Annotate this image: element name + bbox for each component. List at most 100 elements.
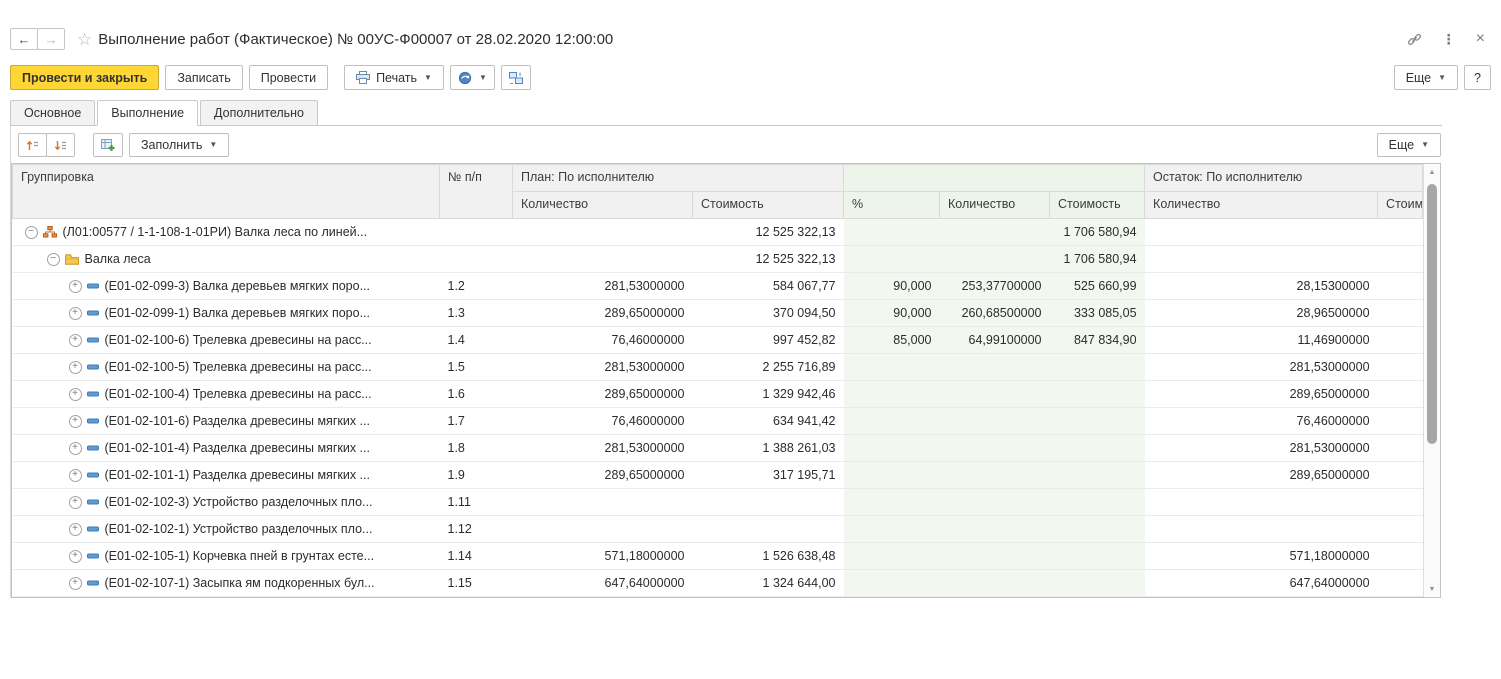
cell-plan-quantity[interactable]: 76,46000000 bbox=[513, 408, 693, 435]
col-group-fact[interactable] bbox=[844, 165, 1145, 192]
cell-plan-quantity[interactable]: 571,18000000 bbox=[513, 543, 693, 570]
scrollbar-thumb[interactable] bbox=[1427, 184, 1437, 444]
cell-remainder-cost[interactable] bbox=[1378, 435, 1423, 462]
col-group-plan[interactable]: План: По исполнителю bbox=[513, 165, 844, 192]
cell-line-no[interactable] bbox=[440, 219, 513, 246]
cell-line-no[interactable]: 1.2 bbox=[440, 273, 513, 300]
post-and-close-button[interactable]: Провести и закрыть bbox=[10, 65, 159, 90]
write-button[interactable]: Записать bbox=[165, 65, 242, 90]
cell-percent[interactable] bbox=[844, 246, 940, 273]
cell-remainder-quantity[interactable]: 647,64000000 bbox=[1145, 570, 1378, 597]
cell-grouping[interactable]: +(Е01-02-101-1) Разделка древесины мягки… bbox=[13, 462, 440, 489]
cell-remainder-cost[interactable] bbox=[1378, 300, 1423, 327]
more-menu-icon[interactable]: ⋮ bbox=[1442, 31, 1456, 48]
cell-fact-quantity[interactable] bbox=[940, 381, 1050, 408]
cell-line-no[interactable]: 1.14 bbox=[440, 543, 513, 570]
cell-fact-cost[interactable]: 525 660,99 bbox=[1050, 273, 1145, 300]
cell-remainder-quantity[interactable]: 76,46000000 bbox=[1145, 408, 1378, 435]
expand-toggle-icon[interactable]: + bbox=[69, 415, 82, 428]
post-button[interactable]: Провести bbox=[249, 65, 328, 90]
cell-line-no[interactable]: 1.11 bbox=[440, 489, 513, 516]
cell-remainder-quantity[interactable]: 281,53000000 bbox=[1145, 435, 1378, 462]
close-icon[interactable]: × bbox=[1476, 30, 1485, 48]
cell-plan-quantity[interactable]: 281,53000000 bbox=[513, 273, 693, 300]
cell-fact-cost[interactable]: 333 085,05 bbox=[1050, 300, 1145, 327]
cell-fact-cost[interactable]: 847 834,90 bbox=[1050, 327, 1145, 354]
cell-fact-quantity[interactable] bbox=[940, 408, 1050, 435]
cell-grouping[interactable]: −(Л01:00577 / 1-1-108-1-01РИ) Валка леса… bbox=[13, 219, 440, 246]
cell-line-no[interactable] bbox=[440, 246, 513, 273]
cell-percent[interactable] bbox=[844, 219, 940, 246]
cell-remainder-quantity[interactable] bbox=[1145, 246, 1378, 273]
cell-remainder-quantity[interactable]: 281,53000000 bbox=[1145, 354, 1378, 381]
favorite-star-icon[interactable]: ☆ bbox=[77, 31, 92, 48]
tab-main[interactable]: Основное bbox=[10, 100, 95, 126]
cell-plan-quantity[interactable] bbox=[513, 489, 693, 516]
cell-fact-quantity[interactable] bbox=[940, 570, 1050, 597]
col-header-remainder-cost[interactable]: Стоимость bbox=[1378, 192, 1423, 219]
col-header-grouping[interactable]: Группировка bbox=[13, 165, 440, 219]
cell-percent[interactable] bbox=[844, 354, 940, 381]
cell-fact-quantity[interactable] bbox=[940, 489, 1050, 516]
cell-remainder-cost[interactable] bbox=[1378, 543, 1423, 570]
cell-fact-cost[interactable] bbox=[1050, 489, 1145, 516]
cell-remainder-cost[interactable] bbox=[1378, 516, 1423, 543]
cell-fact-quantity[interactable] bbox=[940, 516, 1050, 543]
cell-fact-cost[interactable] bbox=[1050, 462, 1145, 489]
cell-plan-cost[interactable]: 1 329 942,46 bbox=[693, 381, 844, 408]
cell-plan-cost[interactable]: 1 388 261,03 bbox=[693, 435, 844, 462]
expand-toggle-icon[interactable]: + bbox=[69, 496, 82, 509]
help-button[interactable]: ? bbox=[1464, 65, 1491, 90]
cell-line-no[interactable]: 1.9 bbox=[440, 462, 513, 489]
cell-percent[interactable] bbox=[844, 516, 940, 543]
cell-plan-quantity[interactable]: 289,65000000 bbox=[513, 300, 693, 327]
cell-plan-quantity[interactable]: 289,65000000 bbox=[513, 462, 693, 489]
cell-line-no[interactable]: 1.12 bbox=[440, 516, 513, 543]
cell-percent[interactable] bbox=[844, 435, 940, 462]
cell-remainder-cost[interactable] bbox=[1378, 381, 1423, 408]
cell-percent[interactable] bbox=[844, 570, 940, 597]
cell-plan-cost[interactable]: 317 195,71 bbox=[693, 462, 844, 489]
cell-grouping[interactable]: +(Е01-02-101-6) Разделка древесины мягки… bbox=[13, 408, 440, 435]
vertical-scrollbar[interactable]: ▲ ▼ bbox=[1423, 164, 1440, 597]
cell-plan-quantity[interactable]: 281,53000000 bbox=[513, 354, 693, 381]
cell-plan-quantity[interactable] bbox=[513, 516, 693, 543]
cell-line-no[interactable]: 1.8 bbox=[440, 435, 513, 462]
cell-remainder-quantity[interactable]: 289,65000000 bbox=[1145, 462, 1378, 489]
cell-line-no[interactable]: 1.6 bbox=[440, 381, 513, 408]
cell-grouping[interactable]: +(Е01-02-100-4) Трелевка древесины на ра… bbox=[13, 381, 440, 408]
col-header-percent[interactable]: % bbox=[844, 192, 940, 219]
cell-fact-quantity[interactable] bbox=[940, 219, 1050, 246]
fill-button[interactable]: Заполнить ▼ bbox=[129, 133, 229, 157]
cell-remainder-quantity[interactable] bbox=[1145, 219, 1378, 246]
cell-plan-cost[interactable]: 12 525 322,13 bbox=[693, 246, 844, 273]
cell-remainder-cost[interactable] bbox=[1378, 219, 1423, 246]
cell-plan-cost[interactable]: 370 094,50 bbox=[693, 300, 844, 327]
col-header-line-no[interactable]: № п/п bbox=[440, 165, 513, 219]
related-documents-button[interactable] bbox=[501, 65, 531, 90]
cell-plan-quantity[interactable] bbox=[513, 246, 693, 273]
cell-fact-cost[interactable] bbox=[1050, 570, 1145, 597]
cell-line-no[interactable]: 1.3 bbox=[440, 300, 513, 327]
expand-toggle-icon[interactable]: + bbox=[69, 550, 82, 563]
move-down-button[interactable] bbox=[46, 133, 75, 157]
cell-plan-cost[interactable]: 997 452,82 bbox=[693, 327, 844, 354]
col-header-plan-cost[interactable]: Стоимость bbox=[693, 192, 844, 219]
cell-fact-quantity[interactable] bbox=[940, 246, 1050, 273]
col-header-plan-quantity[interactable]: Количество bbox=[513, 192, 693, 219]
cell-fact-cost[interactable]: 1 706 580,94 bbox=[1050, 246, 1145, 273]
table-more-button[interactable]: Еще ▼ bbox=[1377, 133, 1441, 157]
cell-fact-quantity[interactable] bbox=[940, 435, 1050, 462]
cell-remainder-cost[interactable] bbox=[1378, 462, 1423, 489]
cell-fact-quantity[interactable] bbox=[940, 543, 1050, 570]
cell-percent[interactable] bbox=[844, 381, 940, 408]
expand-toggle-icon[interactable]: + bbox=[69, 523, 82, 536]
tab-additional[interactable]: Дополнительно bbox=[200, 100, 318, 126]
cell-plan-quantity[interactable]: 647,64000000 bbox=[513, 570, 693, 597]
col-group-remainder[interactable]: Остаток: По исполнителю bbox=[1145, 165, 1423, 192]
cell-plan-cost[interactable]: 1 526 638,48 bbox=[693, 543, 844, 570]
cell-fact-quantity[interactable] bbox=[940, 462, 1050, 489]
expand-toggle-icon[interactable]: + bbox=[69, 442, 82, 455]
cell-remainder-quantity[interactable] bbox=[1145, 516, 1378, 543]
collapse-toggle-icon[interactable]: − bbox=[47, 253, 60, 266]
